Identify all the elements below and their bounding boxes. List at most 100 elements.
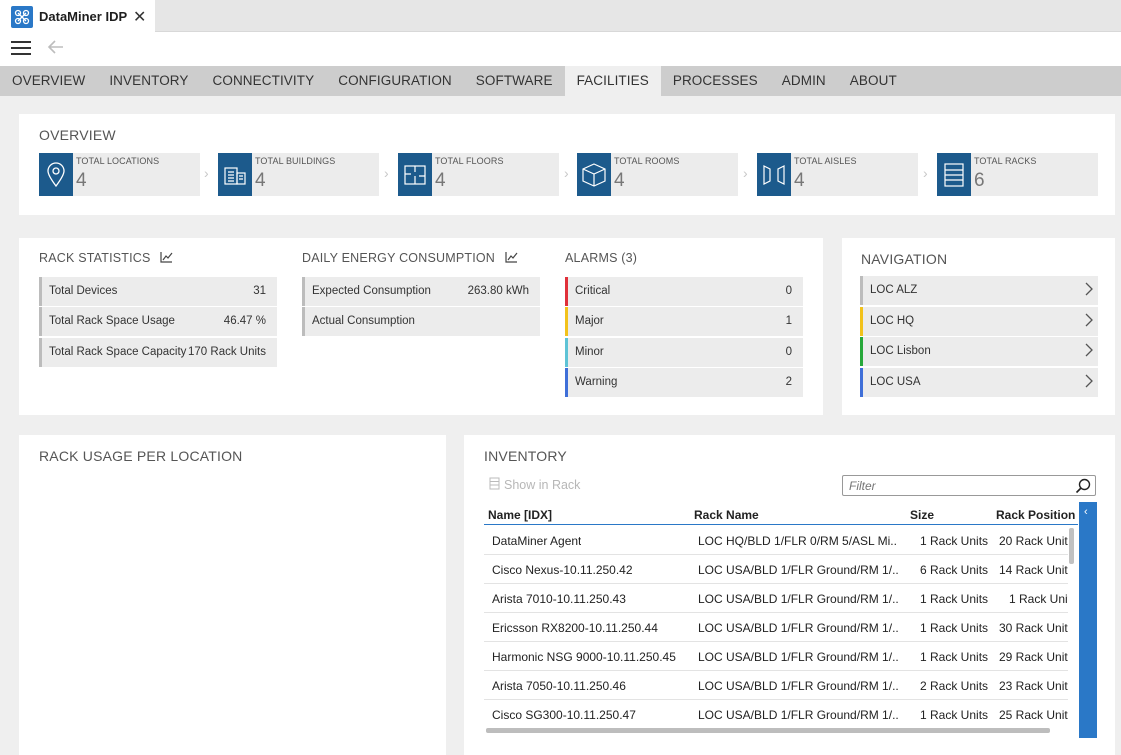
card-label: TOTAL FLOORS xyxy=(435,156,504,166)
app-title: DataMiner IDP xyxy=(39,9,128,24)
alarm-row-critical[interactable]: Critical 0 xyxy=(565,277,803,306)
table-row[interactable]: Arista 7010-10.11.250.43 LOC USA/BLD 1/F… xyxy=(484,584,1068,613)
card-label: TOTAL RACKS xyxy=(974,156,1037,166)
alarms-title: ALARMS (3) xyxy=(565,251,638,265)
stat-label: Actual Consumption xyxy=(312,315,415,327)
cell-name: Arista 7010-10.11.250.43 xyxy=(492,592,626,606)
energy-title: DAILY ENERGY CONSUMPTION xyxy=(302,251,518,266)
card-label: TOTAL BUILDINGS xyxy=(255,156,336,166)
table-row[interactable]: Harmonic NSG 9000-10.11.250.45 LOC USA/B… xyxy=(484,642,1068,671)
chevron-right-icon: › xyxy=(204,165,209,181)
column-header-size[interactable]: Size xyxy=(910,508,934,522)
main-tabs: OVERVIEW INVENTORY CONNECTIVITY CONFIGUR… xyxy=(0,66,1121,96)
navigation-title: NAVIGATION xyxy=(861,251,948,267)
alarm-count: 2 xyxy=(785,376,792,388)
stat-row-rack-space-usage: Total Rack Space Usage 46.47 % xyxy=(39,307,277,336)
chevron-right-icon xyxy=(1084,281,1094,300)
nav-item-label: LOC Lisbon xyxy=(870,345,931,357)
cell-rack-name: LOC HQ/BLD 1/FLR 0/RM 5/ASL Mi... xyxy=(698,534,898,548)
chevron-right-icon: › xyxy=(743,165,748,181)
side-panel-toggle[interactable]: ‹ xyxy=(1079,502,1097,738)
nav-item-loc-lisbon[interactable]: LOC Lisbon xyxy=(860,337,1098,366)
cell-rack-name: LOC USA/BLD 1/FLR Ground/RM 1/... xyxy=(698,679,898,693)
total-rooms-card[interactable]: TOTAL ROOMS 4 xyxy=(577,153,738,196)
card-value: 4 xyxy=(614,170,625,191)
cell-size: 1 Rack Units xyxy=(920,650,989,664)
nav-item-loc-usa[interactable]: LOC USA xyxy=(860,368,1098,397)
stat-value: 170 Rack Units xyxy=(188,346,266,358)
tab-connectivity[interactable]: CONNECTIVITY xyxy=(201,66,327,96)
cell-size: 1 Rack Units xyxy=(920,621,989,635)
energy-title-text: DAILY ENERGY CONSUMPTION xyxy=(302,251,496,265)
column-header-name[interactable]: Name [IDX] xyxy=(488,508,552,522)
building-icon xyxy=(218,153,252,196)
alarm-label: Major xyxy=(575,315,604,327)
chevron-left-icon: ‹ xyxy=(1084,506,1088,518)
column-header-rack-name[interactable]: Rack Name xyxy=(694,508,759,522)
rack-usage-title: RACK USAGE PER LOCATION xyxy=(39,448,243,464)
cell-name: Harmonic NSG 9000-10.11.250.45 xyxy=(492,650,676,664)
nav-item-loc-alz[interactable]: LOC ALZ xyxy=(860,276,1098,305)
alarm-row-warning[interactable]: Warning 2 xyxy=(565,368,803,397)
cell-size: 1 Rack Units xyxy=(920,708,989,722)
stat-label: Total Rack Space Capacity xyxy=(49,346,187,358)
total-buildings-card[interactable]: TOTAL BUILDINGS 4 xyxy=(218,153,379,196)
table-row[interactable]: DataMiner Agent LOC HQ/BLD 1/FLR 0/RM 5/… xyxy=(484,526,1068,555)
tab-processes[interactable]: PROCESSES xyxy=(661,66,770,96)
hamburger-menu-icon[interactable] xyxy=(11,41,31,57)
nav-item-label: LOC HQ xyxy=(870,315,915,327)
nav-item-loc-hq[interactable]: LOC HQ xyxy=(860,307,1098,336)
back-arrow-icon[interactable] xyxy=(47,38,65,62)
filter-input[interactable] xyxy=(849,479,1069,493)
alarm-label: Minor xyxy=(575,346,604,358)
close-tab-icon[interactable]: ✕ xyxy=(133,7,146,27)
tab-overview[interactable]: OVERVIEW xyxy=(0,66,97,96)
total-racks-card[interactable]: TOTAL RACKS 6 xyxy=(937,153,1098,196)
total-floors-card[interactable]: TOTAL FLOORS 4 xyxy=(398,153,559,196)
cell-rack-name: LOC USA/BLD 1/FLR Ground/RM 1/... xyxy=(698,592,898,606)
aisle-icon xyxy=(757,153,791,196)
alarm-count: 0 xyxy=(785,285,792,297)
table-row[interactable]: Ericsson RX8200-10.11.250.44 LOC USA/BLD… xyxy=(484,613,1068,642)
alarm-count: 1 xyxy=(785,315,792,327)
nav-item-label: LOC USA xyxy=(870,376,921,388)
alarm-row-major[interactable]: Major 1 xyxy=(565,307,803,336)
trend-chart-icon[interactable] xyxy=(505,251,518,266)
rack-small-icon xyxy=(489,477,500,493)
horizontal-scrollbar[interactable] xyxy=(486,728,1050,733)
tab-facilities[interactable]: FACILITIES xyxy=(564,66,661,96)
tab-inventory[interactable]: INVENTORY xyxy=(97,66,200,96)
vertical-scrollbar[interactable] xyxy=(1069,528,1074,564)
column-header-rack-position[interactable]: Rack Position xyxy=(996,508,1078,522)
tab-about[interactable]: ABOUT xyxy=(838,66,909,96)
stat-value: 46.47 % xyxy=(223,315,266,327)
nav-item-label: LOC ALZ xyxy=(870,284,918,296)
cell-name: Cisco Nexus-10.11.250.42 xyxy=(492,563,633,577)
total-locations-card[interactable]: TOTAL LOCATIONS 4 xyxy=(39,153,200,196)
card-label: TOTAL AISLES xyxy=(794,156,857,166)
alarm-row-minor[interactable]: Minor 0 xyxy=(565,338,803,367)
cell-rack-position: 1 Rack Unit xyxy=(1009,592,1068,606)
total-aisles-card[interactable]: TOTAL AISLES 4 xyxy=(757,153,918,196)
cell-name: DataMiner Agent xyxy=(492,534,582,548)
filter-field[interactable] xyxy=(842,475,1096,496)
search-icon[interactable] xyxy=(1075,478,1091,499)
cell-rack-name: LOC USA/BLD 1/FLR Ground/RM 1/... xyxy=(698,621,898,635)
show-in-rack-button[interactable]: Show in Rack xyxy=(489,477,580,493)
stat-label: Total Devices xyxy=(49,285,118,297)
energy-row-actual: Actual Consumption xyxy=(302,307,540,336)
chevron-right-icon xyxy=(1084,342,1094,361)
dataminer-logo-icon xyxy=(11,5,33,28)
app-tab[interactable]: DataMiner IDP ✕ xyxy=(0,0,155,33)
alarm-label: Warning xyxy=(575,376,618,388)
tab-software[interactable]: SOFTWARE xyxy=(464,66,565,96)
cell-size: 1 Rack Units xyxy=(920,592,989,606)
stat-row-rack-space-capacity: Total Rack Space Capacity 170 Rack Units xyxy=(39,338,277,367)
energy-row-expected: Expected Consumption 263.80 kWh xyxy=(302,277,540,306)
table-row[interactable]: Cisco Nexus-10.11.250.42 LOC USA/BLD 1/F… xyxy=(484,555,1068,584)
table-row[interactable]: Cisco SG300-10.11.250.47 LOC USA/BLD 1/F… xyxy=(484,700,1068,729)
table-row[interactable]: Arista 7050-10.11.250.46 LOC USA/BLD 1/F… xyxy=(484,671,1068,700)
trend-chart-icon[interactable] xyxy=(160,251,173,266)
tab-admin[interactable]: ADMIN xyxy=(770,66,838,96)
tab-configuration[interactable]: CONFIGURATION xyxy=(326,66,464,96)
